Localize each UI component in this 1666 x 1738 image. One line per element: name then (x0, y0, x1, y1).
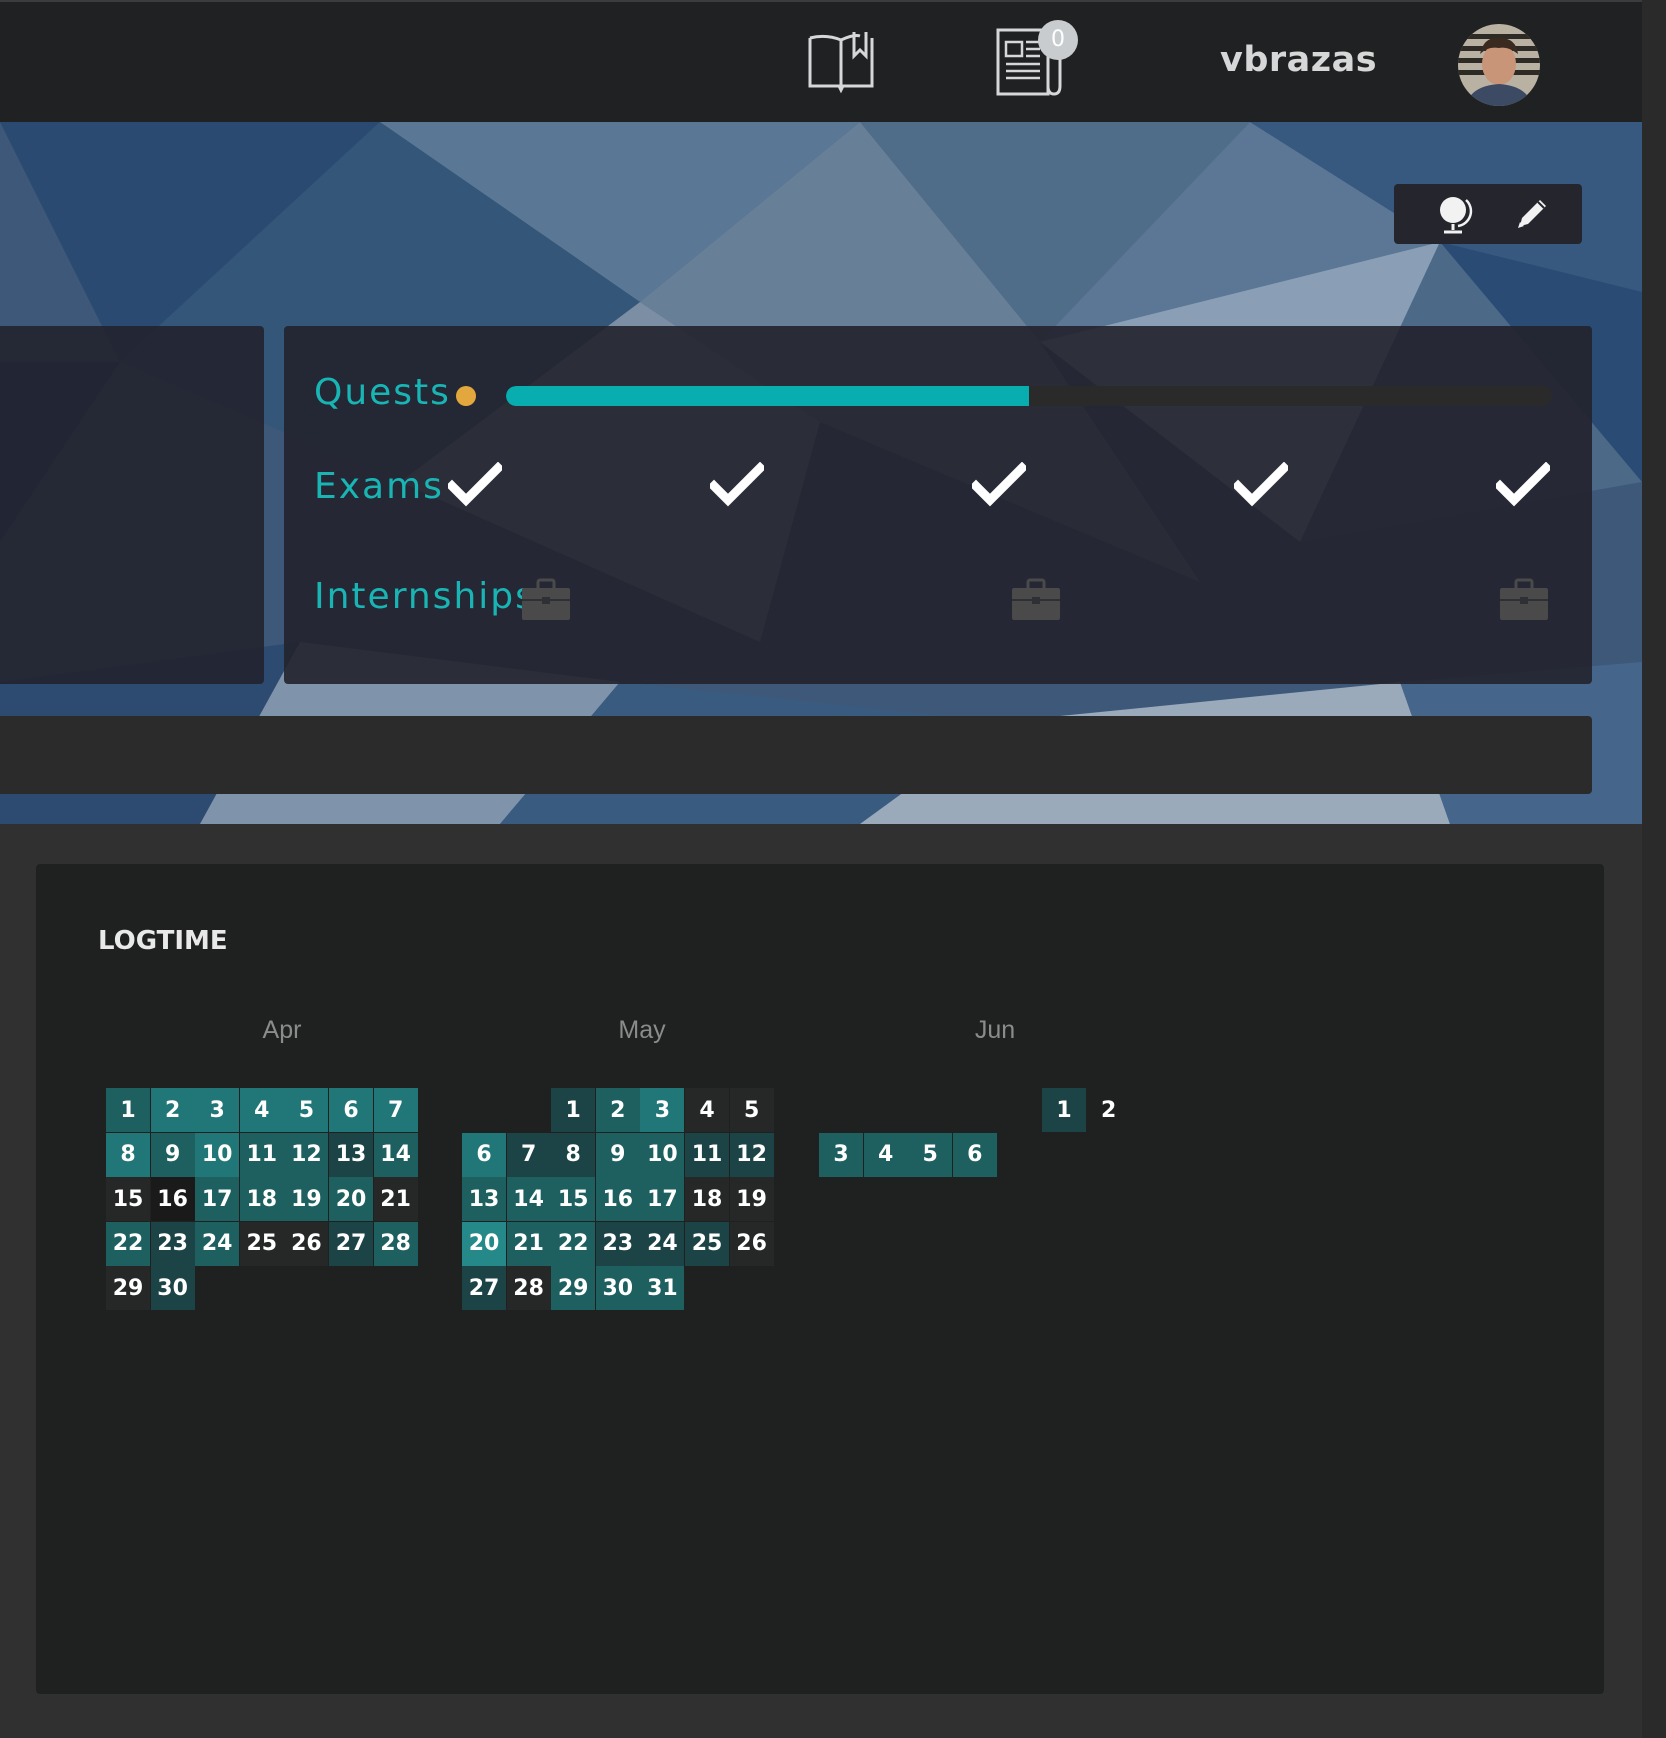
calendar-day[interactable]: 8 (106, 1132, 150, 1177)
book-bookmark-icon[interactable] (806, 30, 876, 94)
internships-label: Internships (314, 576, 536, 617)
calendar-day[interactable]: 3 (640, 1088, 685, 1132)
calendar-day[interactable]: 26 (729, 1221, 774, 1266)
calendar-day[interactable]: 1 (106, 1088, 150, 1132)
calendar-day[interactable]: 20 (462, 1221, 506, 1266)
calendar-day[interactable]: 8 (551, 1132, 596, 1177)
calendar-day[interactable]: 2 (1087, 1088, 1131, 1132)
calendar-day[interactable]: 16 (595, 1177, 640, 1222)
calendar-day[interactable]: 29 (551, 1266, 596, 1311)
calendar-day[interactable]: 15 (106, 1177, 150, 1222)
calendar-day[interactable]: 11 (239, 1132, 284, 1177)
calendar-day[interactable]: 4 (239, 1088, 284, 1132)
calendar-day[interactable]: 15 (551, 1177, 596, 1222)
briefcase-icon (1500, 578, 1548, 627)
calendar-day[interactable]: 9 (595, 1132, 640, 1177)
calendar-day[interactable]: 4 (685, 1088, 729, 1132)
calendar-day[interactable]: 23 (150, 1221, 195, 1266)
globe-lightbulb-icon[interactable] (1432, 192, 1476, 236)
calendar-day[interactable]: 13 (462, 1177, 506, 1222)
calendar-day[interactable]: 3 (819, 1132, 863, 1177)
logtime-title: LOGTIME (98, 926, 228, 956)
calendar-day[interactable]: 2 (595, 1088, 640, 1132)
exam-check-icon (1231, 461, 1291, 513)
calendar-day[interactable]: 1 (1042, 1088, 1086, 1132)
calendar-day[interactable]: 2 (150, 1088, 195, 1132)
quests-label: Quests (314, 372, 451, 413)
calendar-day[interactable]: 22 (551, 1221, 596, 1266)
calendar-day[interactable]: 18 (239, 1177, 284, 1222)
calendar-day[interactable]: 19 (284, 1177, 329, 1222)
calendar-day[interactable]: 28 (373, 1221, 418, 1266)
calendar-day[interactable]: 23 (595, 1221, 640, 1266)
calendar-day[interactable]: 11 (685, 1132, 729, 1177)
calendar-day[interactable]: 5 (284, 1088, 329, 1132)
calendar-day[interactable]: 25 (239, 1221, 284, 1266)
calendar-day[interactable]: 10 (640, 1132, 685, 1177)
calendar-day[interactable]: 27 (329, 1221, 373, 1266)
quests-progress-fill (506, 386, 1029, 406)
calendar-day[interactable]: 21 (373, 1177, 418, 1222)
calendar-day[interactable]: 29 (106, 1266, 150, 1311)
calendar-day[interactable]: 26 (284, 1221, 329, 1266)
calendar-day[interactable]: 30 (150, 1266, 195, 1311)
calendar-day[interactable]: 12 (729, 1132, 774, 1177)
calendar-day[interactable]: 27 (462, 1266, 506, 1311)
calendar-day[interactable]: 4 (863, 1132, 908, 1177)
calendar-day[interactable]: 24 (640, 1221, 685, 1266)
calendar-day[interactable]: 13 (329, 1132, 373, 1177)
quests-progress-bar (506, 386, 1552, 406)
calendar-day[interactable]: 18 (685, 1177, 729, 1222)
calendar-day[interactable]: 5 (729, 1088, 774, 1132)
calendar-day[interactable]: 19 (729, 1177, 774, 1222)
calendar-day[interactable]: 1 (551, 1088, 596, 1132)
month-label: May (618, 1016, 666, 1044)
quest-status-dot (456, 386, 476, 406)
level-bar (0, 716, 1592, 794)
calendar-day[interactable]: 6 (462, 1132, 506, 1177)
username[interactable]: vbrazas (1220, 40, 1380, 80)
calendar-day[interactable]: 9 (150, 1132, 195, 1177)
calendar-day[interactable]: 30 (595, 1266, 640, 1311)
profile-info-panel (0, 326, 264, 684)
calendar-day[interactable]: 7 (506, 1132, 551, 1177)
scrollbar-track[interactable] (1642, 0, 1666, 1738)
calendar-day[interactable]: 3 (195, 1088, 240, 1132)
profile-tools (1394, 184, 1582, 244)
pencil-icon[interactable] (1512, 194, 1552, 234)
calendar-day[interactable]: 24 (195, 1221, 240, 1266)
logtime-card (36, 864, 1604, 1694)
calendar-day[interactable]: 10 (195, 1132, 240, 1177)
calendar-day[interactable]: 22 (106, 1221, 150, 1266)
exam-check-icon (707, 461, 767, 513)
avatar[interactable] (1458, 24, 1540, 106)
calendar-day[interactable]: 16 (150, 1177, 195, 1222)
calendar-day[interactable]: 31 (640, 1266, 685, 1311)
briefcase-icon (1012, 578, 1060, 627)
calendar-day[interactable]: 6 (952, 1132, 997, 1177)
calendar-day[interactable]: 17 (195, 1177, 240, 1222)
exam-check-icon (445, 461, 505, 513)
month-label: Apr (262, 1016, 302, 1044)
notification-badge: 0 (1038, 20, 1078, 60)
briefcase-icon (522, 578, 570, 627)
calendar-day[interactable]: 21 (506, 1221, 551, 1266)
top-navbar: 0 vbrazas (0, 0, 1642, 122)
calendar-day[interactable]: 28 (506, 1266, 551, 1311)
calendar-day[interactable]: 25 (685, 1221, 729, 1266)
calendar-day[interactable]: 6 (329, 1088, 373, 1132)
exam-check-icon (969, 461, 1029, 513)
calendar-day[interactable]: 20 (329, 1177, 373, 1222)
month-label: Jun (974, 1016, 1016, 1044)
calendar-day[interactable]: 5 (908, 1132, 953, 1177)
calendar-day[interactable]: 17 (640, 1177, 685, 1222)
exam-check-icon (1493, 461, 1553, 513)
exams-label: Exams (314, 466, 444, 507)
calendar-day[interactable]: 12 (284, 1132, 329, 1177)
calendar-day[interactable]: 14 (373, 1132, 418, 1177)
calendar-day[interactable]: 7 (373, 1088, 418, 1132)
calendar-day[interactable]: 14 (506, 1177, 551, 1222)
